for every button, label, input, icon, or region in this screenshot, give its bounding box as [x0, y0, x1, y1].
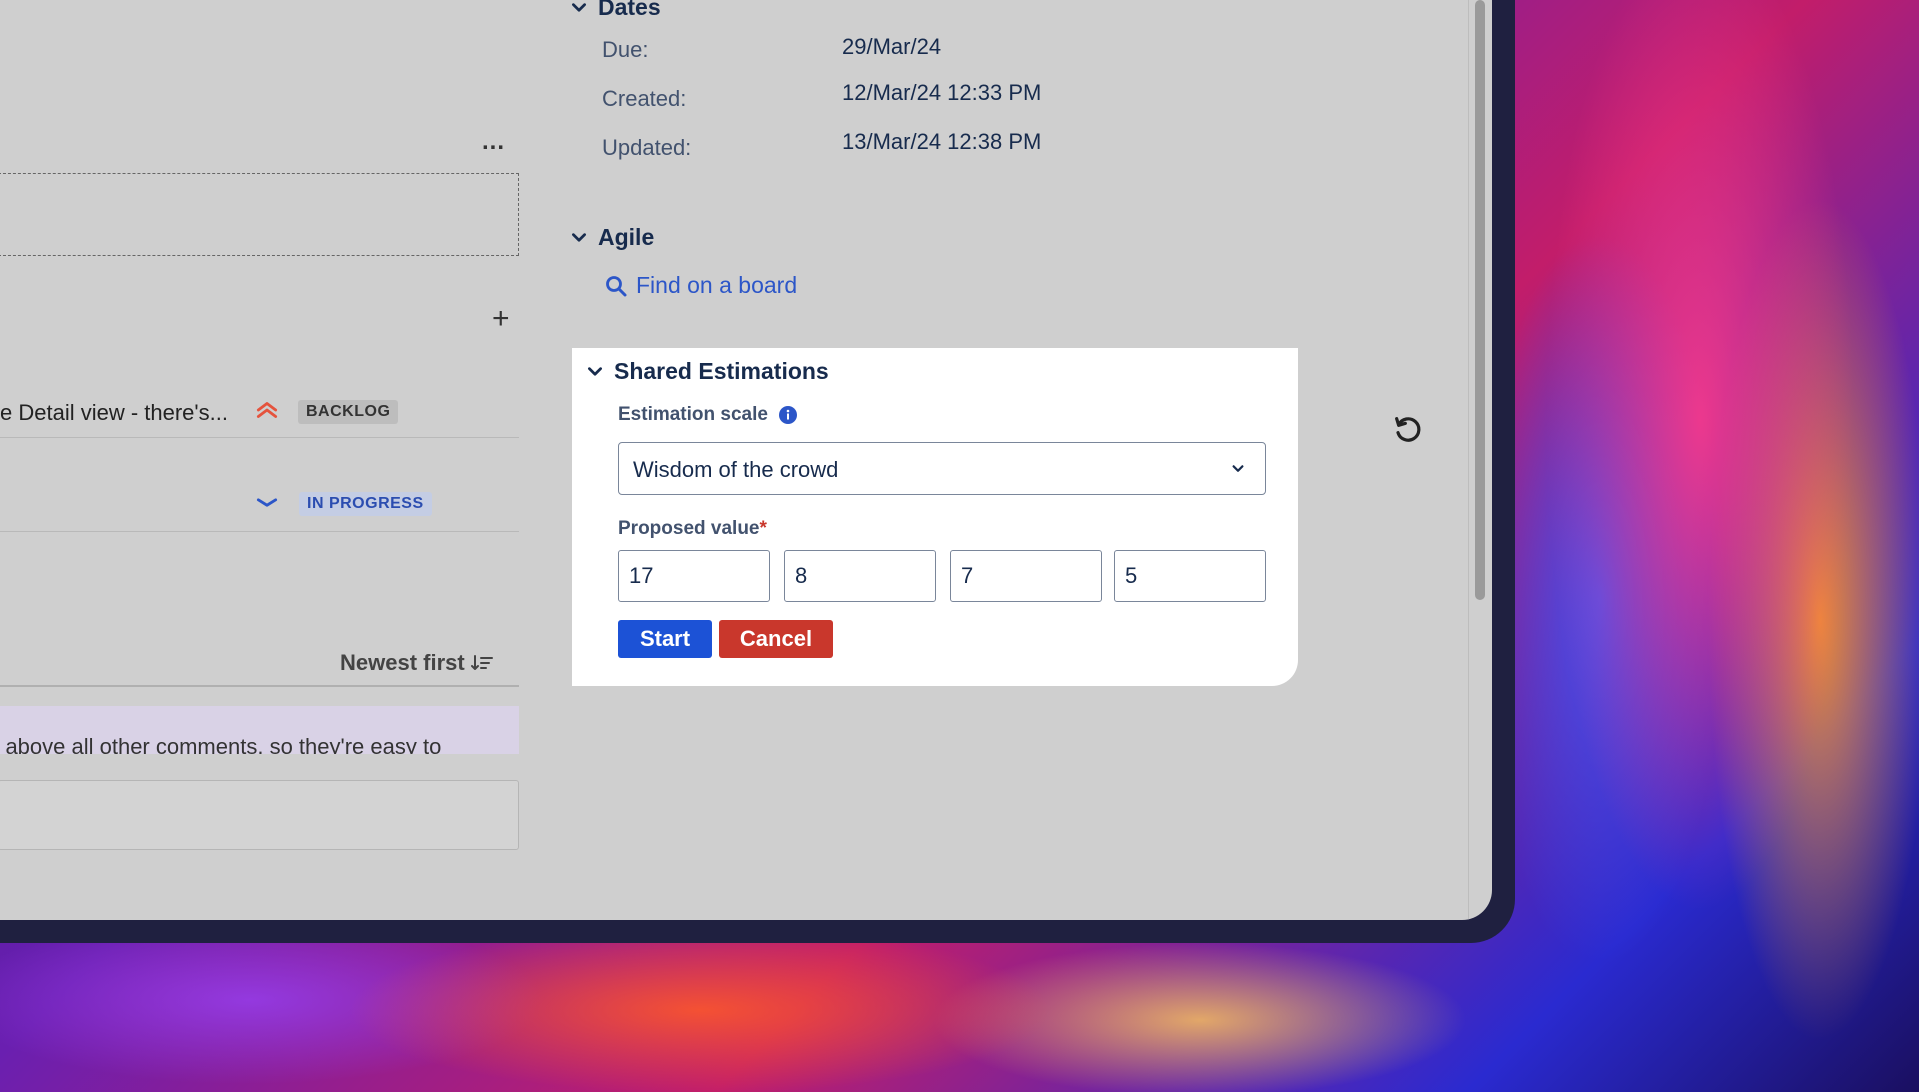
find-on-board-link[interactable]: Find on a board: [604, 272, 797, 299]
created-date-value: 12/Mar/24 12:33 PM: [842, 80, 1042, 105]
proposed-value-input[interactable]: [618, 550, 770, 602]
more-actions-button[interactable]: ...: [482, 128, 505, 156]
priority-highest-icon: [256, 402, 278, 418]
proposed-value-label: Proposed value*: [618, 518, 767, 540]
chevron-down-icon: [588, 366, 602, 376]
estimation-scale-label: Estimation scale: [618, 404, 798, 426]
created-date-label: Created:: [602, 86, 687, 111]
info-icon[interactable]: [778, 405, 798, 425]
shared-estimations-panel: Shared Estimations Estimation scale Wisd…: [572, 348, 1298, 686]
sort-label: Newest first: [340, 650, 465, 675]
chevron-down-icon: [1232, 465, 1244, 472]
attachment-dropzone[interactable]: [0, 173, 519, 256]
priority-low-icon: [256, 498, 278, 507]
pinned-comment-text: r above all other comments, so they're e…: [0, 734, 442, 754]
estimation-scale-text: Estimation scale: [618, 404, 768, 425]
chevron-down-icon: [572, 232, 586, 242]
linked-issue-summary[interactable]: e Detail view - there's...: [0, 400, 228, 426]
vertical-scrollbar[interactable]: [1468, 0, 1492, 920]
linked-issue-row[interactable]: e Detail view - there's... BACKLOG: [0, 390, 519, 438]
agile-section-toggle[interactable]: Agile: [570, 224, 654, 251]
find-on-board-label: Find on a board: [636, 272, 798, 298]
status-badge[interactable]: IN PROGRESS: [299, 492, 432, 516]
linked-issue-row[interactable]: IN PROGRESS: [0, 484, 519, 532]
start-button[interactable]: Start: [618, 620, 712, 658]
dates-section-toggle[interactable]: Dates: [570, 0, 661, 21]
proposed-value-text: Proposed value: [618, 518, 760, 539]
divider: [0, 685, 519, 687]
section-title: Dates: [598, 0, 661, 20]
proposed-value-input[interactable]: [1114, 550, 1266, 602]
pinned-comment-banner: r above all other comments, so they're e…: [0, 706, 519, 754]
chevron-down-icon: [572, 2, 586, 12]
add-linked-issue-button[interactable]: +: [492, 302, 510, 336]
updated-date-value: 13/Mar/24 12:38 PM: [842, 129, 1042, 154]
comment-sort-button[interactable]: Newest first: [340, 650, 493, 676]
estimation-scale-value: Wisdom of the crowd: [633, 457, 839, 482]
status-badge[interactable]: BACKLOG: [298, 400, 399, 424]
proposed-value-input[interactable]: [784, 550, 936, 602]
proposed-value-input[interactable]: [950, 550, 1102, 602]
due-date-label: Due:: [602, 37, 649, 62]
cancel-button[interactable]: Cancel: [719, 620, 833, 658]
updated-date-label: Updated:: [602, 135, 692, 160]
due-date-value[interactable]: 29/Mar/24: [842, 34, 941, 60]
section-title: Agile: [598, 224, 655, 250]
section-title: Shared Estimations: [614, 358, 829, 384]
sort-descending-icon: [470, 655, 493, 670]
issue-view-window: ... + e Detail view - there's... BACKLOG…: [0, 0, 1492, 920]
required-marker: *: [759, 518, 767, 539]
estimations-section-toggle[interactable]: Shared Estimations: [586, 358, 829, 385]
reset-icon[interactable]: [1392, 414, 1424, 446]
estimation-scale-select[interactable]: Wisdom of the crowd: [618, 442, 1266, 495]
search-icon: [606, 275, 627, 296]
add-comment-input[interactable]: [0, 780, 519, 850]
scrollbar-thumb[interactable]: [1475, 0, 1485, 600]
